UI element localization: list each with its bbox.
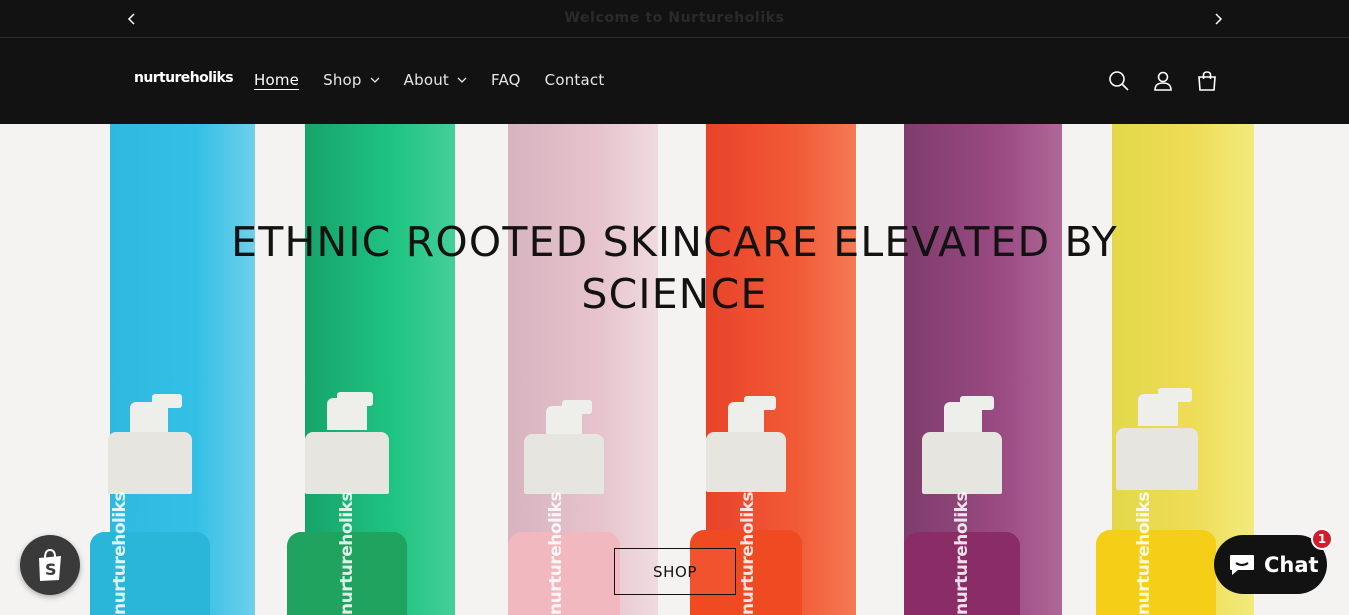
shopify-badge-button[interactable]: S [20, 535, 80, 595]
nav-item-label: Contact [544, 71, 605, 89]
nav-item-shop[interactable]: Shop [323, 71, 380, 89]
product-bottle-green: nurtureholiks [287, 392, 407, 615]
chevron-down-icon [457, 77, 467, 83]
bottle-brand-text: nurtureholiks [110, 491, 130, 615]
search-button[interactable] [1106, 68, 1132, 94]
cart-icon [1198, 71, 1216, 91]
account-button[interactable] [1150, 68, 1176, 94]
announcement-next-button[interactable] [1208, 9, 1228, 29]
nav-item-home[interactable]: Home [254, 71, 299, 89]
shop-button[interactable]: SHOP [614, 548, 736, 595]
nav-item-label: FAQ [491, 71, 521, 89]
product-bottle-blue: nurtureholiks [90, 392, 210, 615]
announcement-bar: Welcome to Nurtureholiks [0, 0, 1349, 38]
announcement-message: Welcome to Nurtureholiks [564, 10, 785, 26]
nav-item-label: Shop [323, 71, 362, 89]
chat-label: Chat [1264, 552, 1319, 577]
site-header: nurtureholiks Home Shop About FAQ Contac… [0, 38, 1349, 124]
chat-notification-badge: 1 [1311, 528, 1333, 550]
bottle-brand-text: nurtureholiks [546, 491, 566, 615]
nav-item-label: About [403, 71, 449, 89]
bottle-brand-text: nurtureholiks [952, 491, 972, 615]
chat-bubble-icon [1230, 554, 1254, 575]
chevron-down-icon [370, 77, 380, 83]
hero-title-line: ETHNIC ROOTED SKINCARE ELEVATED BY [231, 218, 1118, 266]
nav-item-about[interactable]: About [404, 71, 467, 89]
site-logo[interactable]: nurtureholiks [134, 70, 234, 86]
bottle-brand-text: nurtureholiks [337, 491, 357, 615]
bottle-brand-text: nurtureholiks [1134, 491, 1154, 615]
cart-button[interactable] [1194, 68, 1220, 94]
hero-title: ETHNIC ROOTED SKINCARE ELEVATED BY SCIEN… [0, 216, 1349, 320]
bottle-brand-text: nurtureholiks [738, 491, 758, 615]
chat-button[interactable]: Chat [1214, 535, 1327, 594]
nav-item-label: Home [254, 71, 300, 89]
main-nav: Home Shop About FAQ Contact [254, 71, 628, 89]
product-bottle-yellow: nurtureholiks [1096, 386, 1216, 615]
hero-title-line: SCIENCE [581, 270, 768, 318]
shopify-bag-icon: S [39, 548, 61, 581]
nav-item-faq[interactable]: FAQ [491, 71, 521, 89]
account-icon [1154, 71, 1172, 91]
search-icon [1109, 71, 1129, 91]
product-bottle-plum: nurtureholiks [904, 394, 1020, 615]
svg-text:S: S [45, 560, 57, 579]
chevron-right-icon [1215, 13, 1223, 25]
nav-item-contact[interactable]: Contact [545, 71, 605, 89]
product-bottle-pink: nurtureholiks [508, 396, 620, 615]
hero-banner: nurtureholiks nurtureholiks nurtureholik… [0, 124, 1349, 615]
header-icons [1106, 68, 1238, 94]
